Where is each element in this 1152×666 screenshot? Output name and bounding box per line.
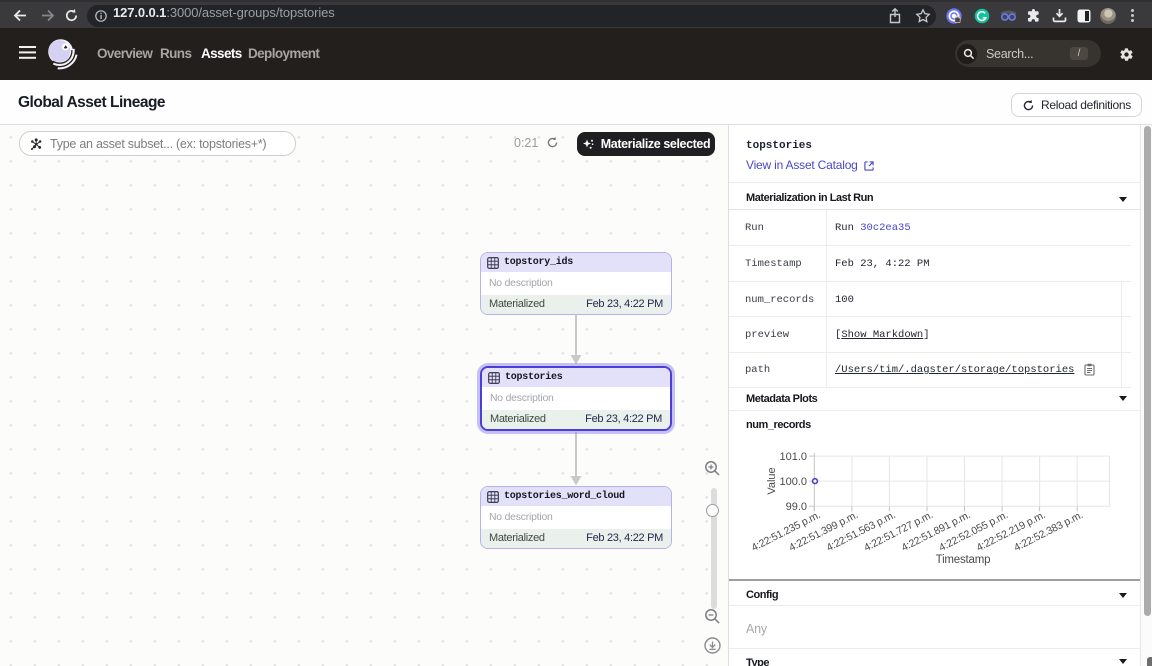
- svg-text:Timestamp: Timestamp: [936, 554, 991, 566]
- svg-text:100.0: 100.0: [779, 476, 807, 488]
- svg-text:101.0: 101.0: [779, 451, 807, 463]
- svg-text:Value: Value: [766, 467, 778, 494]
- svg-text:99.0: 99.0: [786, 501, 807, 513]
